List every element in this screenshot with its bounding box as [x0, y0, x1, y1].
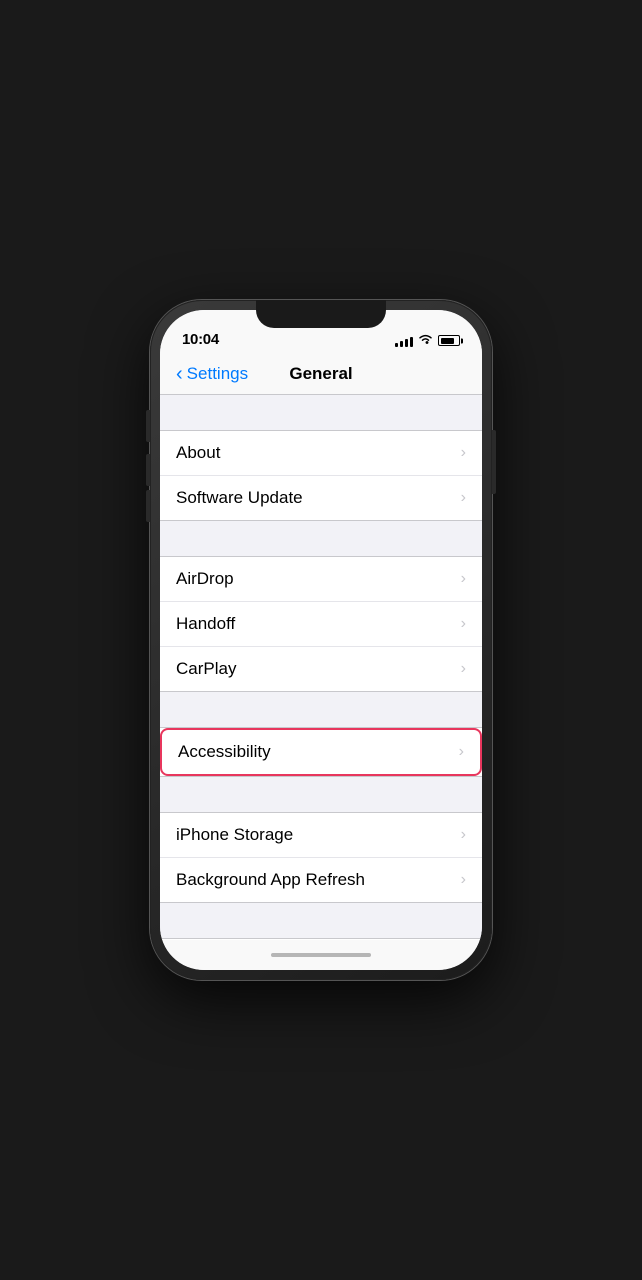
background-app-refresh-label: Background App Refresh	[176, 870, 365, 890]
airdrop-label: AirDrop	[176, 569, 234, 589]
chevron-right-icon: ›	[461, 489, 466, 507]
settings-row-airdrop[interactable]: AirDrop ›	[160, 557, 482, 602]
chevron-right-icon: ›	[461, 615, 466, 633]
settings-row-about[interactable]: About ›	[160, 431, 482, 476]
section-gap-3	[160, 692, 482, 727]
notch	[256, 300, 386, 328]
phone-frame: 10:04	[150, 300, 492, 980]
signal-icon	[395, 335, 413, 347]
settings-group-2: AirDrop › Handoff › CarPlay ›	[160, 556, 482, 692]
accessibility-label: Accessibility	[178, 742, 271, 762]
settings-group-1: About › Software Update ›	[160, 430, 482, 521]
settings-row-date-time[interactable]: Date & Time ›	[160, 939, 482, 940]
chevron-right-icon: ›	[461, 826, 466, 844]
wifi-icon	[418, 333, 433, 348]
chevron-right-icon: ›	[461, 570, 466, 588]
section-gap-2	[160, 521, 482, 556]
settings-group-5: Date & Time › Keyboard › Language & Regi…	[160, 938, 482, 940]
section-gap-1	[160, 395, 482, 430]
section-gap-5	[160, 903, 482, 938]
settings-row-iphone-storage[interactable]: iPhone Storage ›	[160, 813, 482, 858]
settings-row-background-app-refresh[interactable]: Background App Refresh ›	[160, 858, 482, 902]
chevron-right-icon: ›	[459, 743, 464, 761]
settings-row-accessibility[interactable]: Accessibility ›	[160, 728, 482, 776]
settings-row-carplay[interactable]: CarPlay ›	[160, 647, 482, 691]
software-update-label: Software Update	[176, 488, 303, 508]
about-label: About	[176, 443, 220, 463]
status-time: 10:04	[182, 331, 219, 348]
home-bar	[271, 953, 371, 957]
back-label: Settings	[187, 364, 248, 384]
page-title: General	[256, 364, 386, 384]
chevron-right-icon: ›	[461, 444, 466, 462]
carplay-label: CarPlay	[176, 659, 236, 679]
status-icons	[395, 333, 460, 348]
battery-icon	[438, 335, 460, 346]
phone-screen: 10:04	[160, 310, 482, 970]
handoff-label: Handoff	[176, 614, 235, 634]
settings-row-handoff[interactable]: Handoff ›	[160, 602, 482, 647]
back-button[interactable]: ‹ Settings	[176, 364, 256, 384]
settings-group-4: iPhone Storage › Background App Refresh …	[160, 812, 482, 903]
chevron-left-icon: ‹	[176, 364, 183, 384]
settings-group-3: Accessibility ›	[160, 727, 482, 777]
navigation-bar: ‹ Settings General	[160, 354, 482, 395]
settings-row-software-update[interactable]: Software Update ›	[160, 476, 482, 520]
section-gap-4	[160, 777, 482, 812]
home-indicator	[160, 940, 482, 970]
chevron-right-icon: ›	[461, 871, 466, 889]
settings-content[interactable]: About › Software Update › AirDrop › Hand…	[160, 395, 482, 940]
iphone-storage-label: iPhone Storage	[176, 825, 293, 845]
chevron-right-icon: ›	[461, 660, 466, 678]
